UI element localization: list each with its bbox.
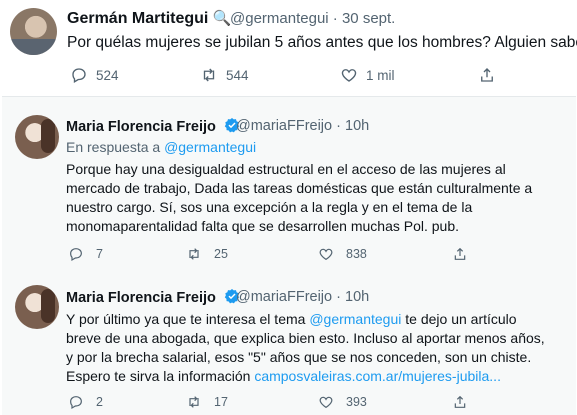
tweet-time[interactable]: 10h xyxy=(345,289,369,305)
share-button[interactable] xyxy=(478,66,504,84)
retweet-icon xyxy=(189,396,199,408)
author-name[interactable]: Germán Martitegui 🔍 xyxy=(67,9,232,28)
reply-count: 524 xyxy=(96,67,119,83)
tweet-text-line: monomaparentalidad falta que se desarrol… xyxy=(66,218,460,234)
author-name[interactable]: Maria Florencia Freijo xyxy=(66,288,240,306)
retweet-icon xyxy=(189,248,199,260)
text-segment: te dejo un artículo xyxy=(405,311,517,327)
like-icon xyxy=(319,396,333,409)
reply-count: 7 xyxy=(96,247,103,261)
like-button[interactable]: 1 mil xyxy=(340,66,395,84)
separator-dot: · xyxy=(332,10,338,27)
share-button[interactable] xyxy=(452,246,480,262)
reply-button[interactable]: 2 xyxy=(68,394,103,410)
retweet-count: 544 xyxy=(226,67,249,83)
retweet-button[interactable]: 17 xyxy=(186,394,228,410)
in-reply-prefix: En respuesta a xyxy=(66,139,161,155)
author-name-text[interactable]: Germán Martitegui xyxy=(67,10,208,27)
tweet-text-line: nuestro cargo. Sí, sos una excepción a l… xyxy=(66,199,473,215)
magnifier-emoji-icon: 🔍 xyxy=(212,10,232,27)
tweet-text-line: Y por último ya que te interesa el tema … xyxy=(66,310,517,330)
like-count: 1 mil xyxy=(366,67,395,83)
avatar[interactable] xyxy=(10,8,57,55)
like-count: 393 xyxy=(346,395,367,409)
external-link[interactable]: camposvaleiras.com.ar/mujeres-jubila... xyxy=(254,368,501,384)
retweet-button[interactable]: 544 xyxy=(200,66,249,84)
tweet-header-meta: @germantegui · 30 sept. xyxy=(230,10,395,27)
retweet-count: 17 xyxy=(214,395,228,409)
tweet-text-line: Espero te sirva la información camposval… xyxy=(66,367,501,387)
tweet-text-line: breve de una abogada, que explica bien e… xyxy=(66,330,545,346)
avatar[interactable] xyxy=(15,115,59,159)
share-icon xyxy=(481,68,493,82)
tweet-header-meta: @mariaFFreijo · 10h xyxy=(236,118,369,134)
share-icon xyxy=(454,395,466,408)
author-handle[interactable]: @germantegui xyxy=(230,10,329,27)
main-tweet: Germán Martitegui 🔍 @germantegui · 30 se… xyxy=(0,0,577,95)
like-icon xyxy=(319,248,333,261)
reply-icon xyxy=(72,68,86,83)
tweet-header-meta: @mariaFFreijo · 10h xyxy=(236,289,369,305)
reply-icon xyxy=(70,396,82,410)
separator-dot: · xyxy=(336,289,341,305)
text-segment: Y por último ya que te interesa el tema xyxy=(66,311,306,327)
text-segment: Espero te sirva la información xyxy=(66,368,251,384)
retweet-icon xyxy=(203,68,215,82)
reply-tweet: Maria Florencia Freijo @mariaFFreijo · 1… xyxy=(2,285,576,415)
author-handle[interactable]: @mariaFFreijo xyxy=(236,289,332,305)
author-name[interactable]: Maria Florencia Freijo xyxy=(66,117,240,135)
reply-tweet: Maria Florencia Freijo @mariaFFreijo · 1… xyxy=(2,115,576,285)
retweet-count: 25 xyxy=(214,247,228,261)
author-name-text[interactable]: Maria Florencia Freijo xyxy=(66,290,216,306)
author-handle[interactable]: @mariaFFreijo xyxy=(236,118,332,134)
like-icon xyxy=(341,69,357,82)
reply-count: 2 xyxy=(96,395,103,409)
tweet-date[interactable]: 30 sept. xyxy=(342,10,395,27)
replies-card: Maria Florencia Freijo @mariaFFreijo · 1… xyxy=(2,96,576,415)
like-button[interactable]: 838 xyxy=(318,246,367,262)
mention-link[interactable]: @germantegui xyxy=(309,311,401,327)
tweet-text-line: Porque hay una desigualdad estructural e… xyxy=(66,161,506,177)
reply-icon xyxy=(70,248,82,262)
reply-button[interactable]: 524 xyxy=(70,66,119,84)
tweet-text: Por quélas mujeres se jubilan 5 años ant… xyxy=(67,34,577,51)
tweet-text-line: mercado de trabajo, Dada las tareas domé… xyxy=(66,180,533,196)
in-reply-to: En respuesta a @germantegui xyxy=(66,138,256,158)
avatar[interactable] xyxy=(15,285,59,329)
separator-dot: · xyxy=(336,118,341,134)
share-icon xyxy=(454,247,466,260)
like-count: 838 xyxy=(346,247,367,261)
share-button[interactable] xyxy=(452,394,480,410)
tweet-time[interactable]: 10h xyxy=(345,118,369,134)
tweet-text-line: y por la brecha salarial, esos "5" años … xyxy=(66,349,532,365)
like-button[interactable]: 393 xyxy=(318,394,367,410)
retweet-button[interactable]: 25 xyxy=(186,246,228,262)
reply-button[interactable]: 7 xyxy=(68,246,103,262)
author-name-text[interactable]: Maria Florencia Freijo xyxy=(66,119,216,135)
mention-link[interactable]: @germantegui xyxy=(164,139,256,155)
